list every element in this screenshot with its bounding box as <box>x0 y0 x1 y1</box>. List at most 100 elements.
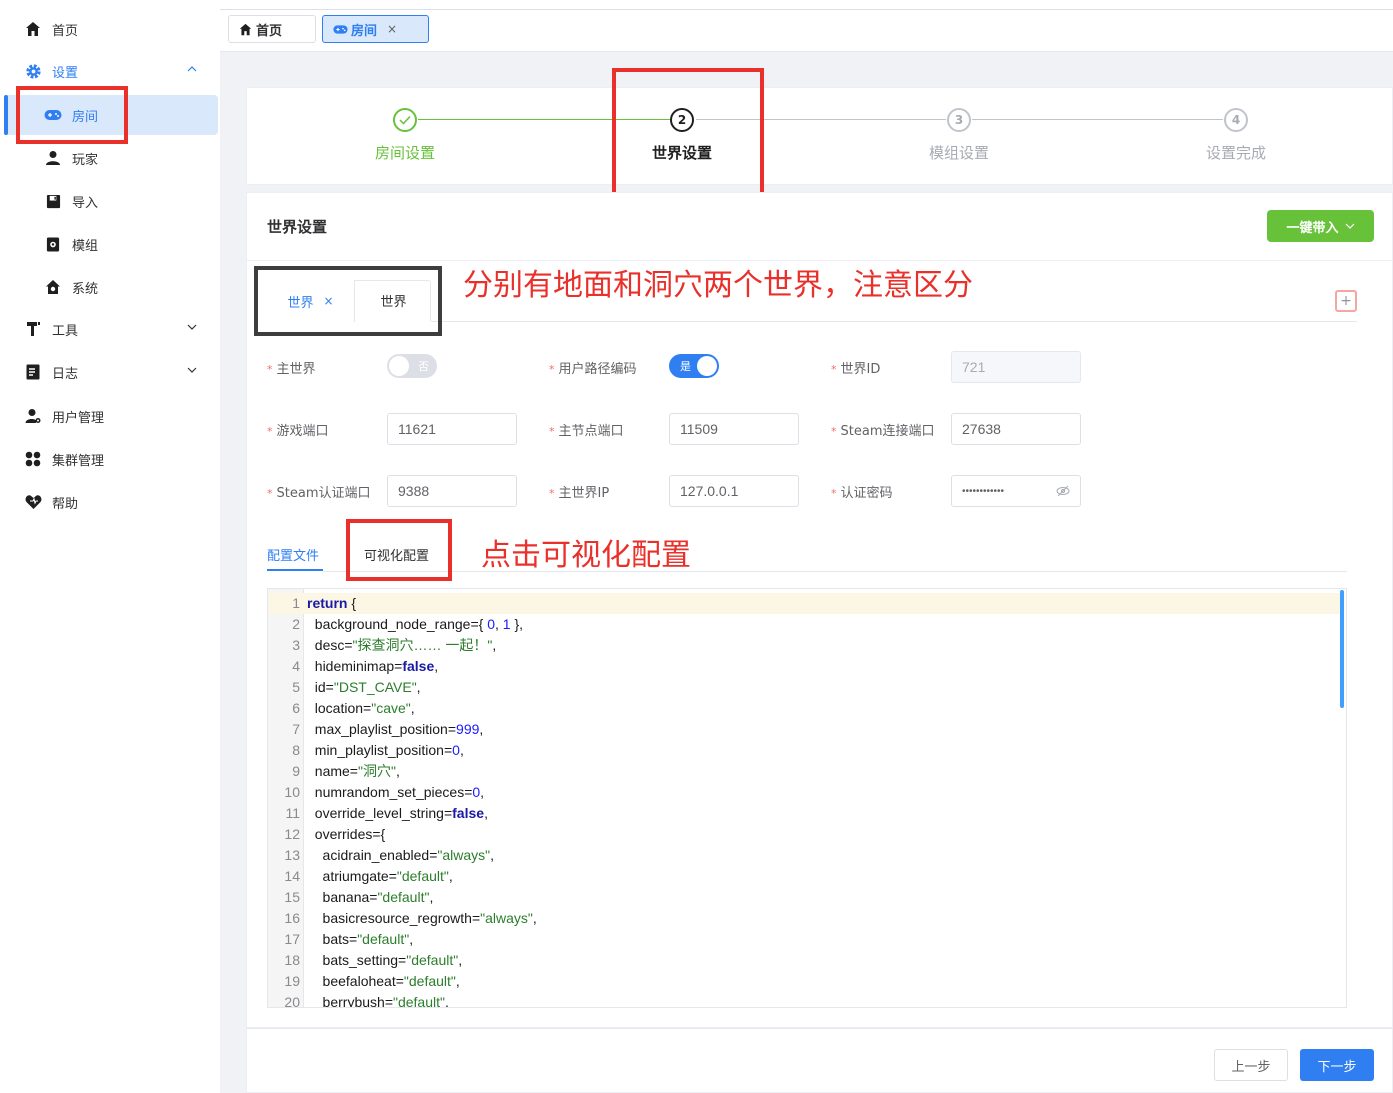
world-id-label: * 世界ID <box>831 362 881 377</box>
divider <box>323 571 1347 572</box>
gamepad-icon <box>333 24 348 35</box>
world-id-input: 721 <box>951 351 1081 383</box>
game-port-input[interactable]: 11621 <box>387 413 517 445</box>
code-text: id="DST_CAVE", <box>307 679 421 695</box>
code-line: 15 banana="default", <box>268 887 1340 908</box>
code-line: 18 bats_setting="default", <box>268 950 1340 971</box>
line-number: 18 <box>284 952 300 968</box>
line-number: 2 <box>292 616 300 632</box>
step-4-circle: 4 <box>1224 108 1248 132</box>
line-number: 13 <box>284 847 300 863</box>
line-number: 4 <box>292 658 300 674</box>
code-line: 10 numrandom_set_pieces=0, <box>268 782 1340 803</box>
sidebar-item-tools[interactable]: 工具 <box>0 309 220 349</box>
annotation-worlds: 分别有地面和洞穴两个世界，注意区分 <box>463 268 973 303</box>
sidebar-item-label: 玩家 <box>72 152 99 168</box>
code-text: beefaloheat="default", <box>307 973 460 989</box>
sidebar: 首页 设置 房间 玩家 导入 模组 系统 工具 日志 用户管理 集群管理 帮助 <box>0 0 220 1093</box>
annotation-box-room <box>16 86 128 144</box>
step-3-circle: 3 <box>947 108 971 132</box>
sidebar-item-label: 首页 <box>52 23 79 39</box>
annotation-box-world-tabs <box>254 266 442 336</box>
code-line: 5 id="DST_CAVE", <box>268 677 1340 698</box>
code-line: 3 desc="探查洞穴…… 一起！", <box>268 635 1340 656</box>
code-text: location="cave", <box>307 700 415 716</box>
main-world-switch[interactable]: 否 <box>387 354 437 378</box>
tab-room[interactable]: 房间 × <box>322 15 429 43</box>
sidebar-item-home[interactable]: 首页 <box>0 9 220 49</box>
code-line: 9 name="洞穴", <box>268 761 1340 782</box>
line-number: 6 <box>292 700 300 716</box>
home-icon <box>24 20 42 38</box>
code-line: 20 berrybush="default", <box>268 992 1340 1008</box>
chevron-down-icon <box>186 364 198 376</box>
master-port-label: * 主节点端口 <box>549 424 624 439</box>
tab-config-file[interactable]: 配置文件 <box>267 545 319 564</box>
scrollbar[interactable] <box>1340 590 1344 708</box>
tab-home[interactable]: 首页 <box>228 15 316 43</box>
tools-icon <box>24 320 42 338</box>
user-manage-icon <box>24 407 42 425</box>
master-ip-label: * 主世界IP <box>549 486 610 501</box>
prev-button[interactable]: 上一步 <box>1214 1049 1288 1081</box>
auth-password-label: * 认证密码 <box>831 486 893 501</box>
line-number: 12 <box>284 826 300 842</box>
sidebar-item-mods[interactable]: 模组 <box>0 224 220 264</box>
code-editor[interactable]: 1 return {2 background_node_range={ 0, 1 … <box>267 588 1347 1008</box>
help-icon <box>24 493 42 511</box>
chevron-down-icon <box>186 321 198 333</box>
code-text: max_playlist_position=999, <box>307 721 484 737</box>
sidebar-item-player[interactable]: 玩家 <box>0 138 220 178</box>
code-line: 1 return { <box>268 593 1340 614</box>
code-line: 4 hideminimap=false, <box>268 656 1340 677</box>
code-text: min_playlist_position=0, <box>307 742 464 758</box>
divider <box>220 9 1393 10</box>
gear-icon <box>24 62 42 80</box>
annotation-box-visual <box>346 519 452 581</box>
line-number: 16 <box>284 910 300 926</box>
master-ip-input[interactable]: 127.0.0.1 <box>669 475 799 507</box>
code-text: acidrain_enabled="always", <box>307 847 494 863</box>
step-4-title: 设置完成 <box>1205 144 1266 162</box>
game-port-label: * 游戏端口 <box>267 424 329 439</box>
sidebar-item-help[interactable]: 帮助 <box>0 482 220 522</box>
line-number: 15 <box>284 889 300 905</box>
code-line: 6 location="cave", <box>268 698 1340 719</box>
sidebar-item-label: 用户管理 <box>52 410 105 426</box>
sidebar-item-logs[interactable]: 日志 <box>0 352 220 392</box>
close-icon[interactable]: × <box>387 22 397 36</box>
user-path-encode-switch[interactable]: 是 <box>669 354 719 378</box>
switch-knob <box>389 356 409 376</box>
sidebar-item-user-manage[interactable]: 用户管理 <box>0 396 220 436</box>
code-text: return { <box>307 595 357 611</box>
chevron-up-icon <box>186 63 198 75</box>
one-click-button[interactable]: 一键带入 <box>1267 210 1374 242</box>
sidebar-item-import[interactable]: 导入 <box>0 181 220 221</box>
step-connector <box>972 119 1223 120</box>
code-text: overrides={ <box>307 826 386 842</box>
sidebar-item-system[interactable]: 系统 <box>0 267 220 307</box>
puzzle-icon <box>44 235 62 253</box>
line-number: 3 <box>292 637 300 653</box>
code-line: 7 max_playlist_position=999, <box>268 719 1340 740</box>
line-number: 1 <box>292 595 300 611</box>
code-text: basicresource_regrowth="always", <box>307 910 537 926</box>
sidebar-item-settings[interactable]: 设置 <box>0 51 220 91</box>
eye-hidden-icon[interactable] <box>1056 485 1070 497</box>
auth-password-input[interactable]: •••••••••••• <box>951 475 1081 507</box>
steam-conn-port-input[interactable]: 27638 <box>951 413 1081 445</box>
code-text: numrandom_set_pieces=0, <box>307 784 485 800</box>
steam-auth-port-input[interactable]: 9388 <box>387 475 517 507</box>
save-icon <box>44 192 62 210</box>
line-number: 20 <box>284 994 300 1008</box>
user-icon <box>44 149 62 167</box>
sidebar-item-cluster[interactable]: 集群管理 <box>0 439 220 479</box>
sidebar-item-label: 系统 <box>72 281 99 297</box>
line-number: 8 <box>292 742 300 758</box>
code-line: 11 override_level_string=false, <box>268 803 1340 824</box>
annotation-box-step <box>612 68 764 196</box>
add-world-button[interactable]: + <box>1335 290 1357 312</box>
master-port-input[interactable]: 11509 <box>669 413 799 445</box>
next-button[interactable]: 下一步 <box>1300 1049 1374 1081</box>
code-line: 17 bats="default", <box>268 929 1340 950</box>
